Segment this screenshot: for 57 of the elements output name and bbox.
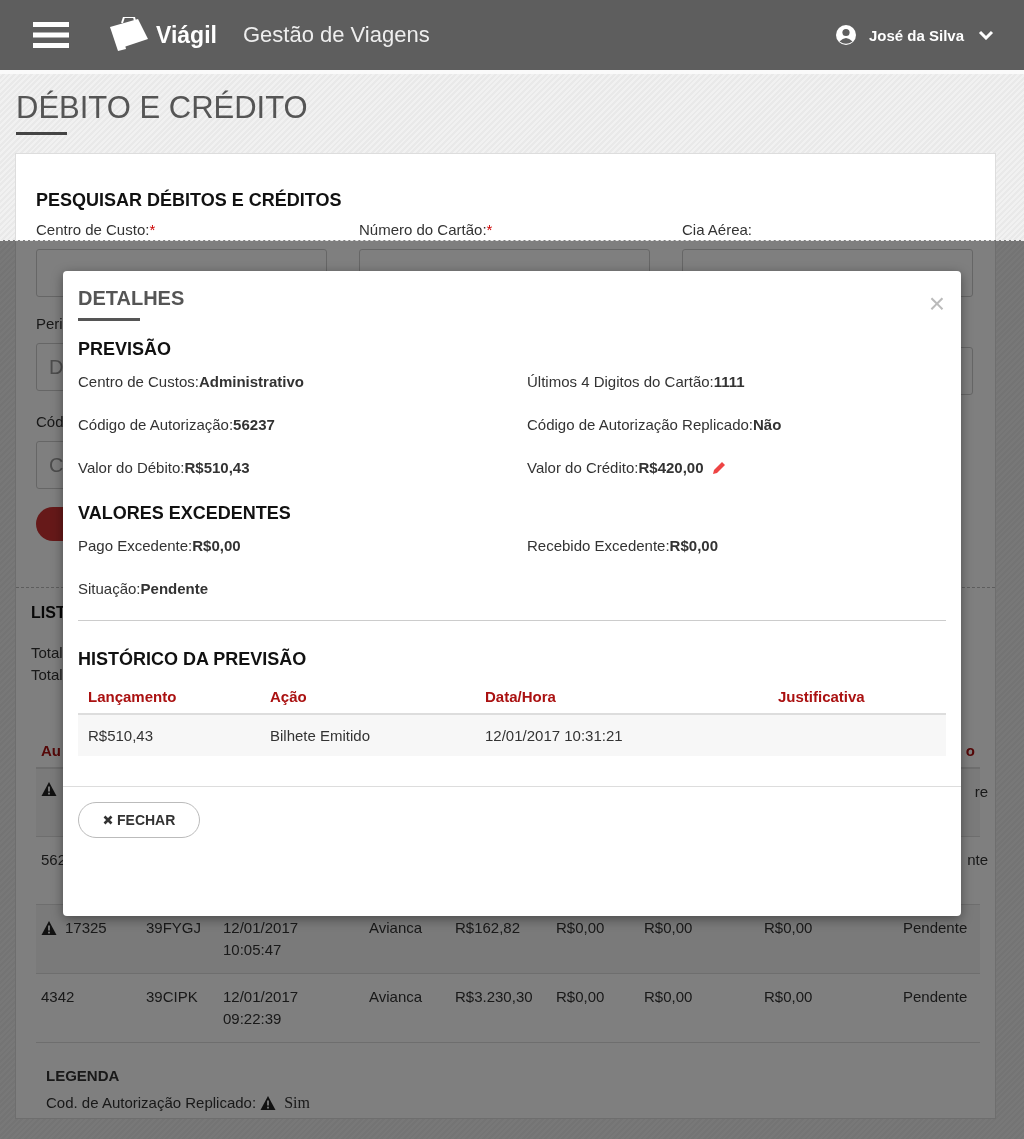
table-cell-text: 12/01/2017 09:22:39 <box>223 986 300 1029</box>
table-cell: Bilhete Emitido <box>270 727 371 744</box>
table-cell-text: 12/01/2017 10:05:47 <box>223 917 300 960</box>
table-cell-text: R$0,00 <box>644 917 693 938</box>
table-cell-text: R$162,82 <box>455 917 521 938</box>
table-cell: 12/01/2017 10:31:21 <box>485 727 623 744</box>
table-cell-text: Pendente <box>903 986 968 1007</box>
legend-label: Cod. de Autorização Replicado: <box>46 1094 257 1111</box>
table-cell-text: 39FYGJ <box>146 917 202 938</box>
table-cell: R$510,43 <box>88 727 154 744</box>
field-label: Peri <box>36 315 63 334</box>
table-cell-text: R$0,00 <box>644 986 693 1007</box>
detail-field: Valor do Crédito:R$420,00 <box>527 459 704 476</box>
column-header: Justificativa <box>778 688 865 705</box>
detail-field: Recebido Excedente:R$0,00 <box>527 537 718 554</box>
column-header: Lançamento <box>88 688 177 705</box>
detail-field: Código de Autorização Replicado:Não <box>527 416 782 433</box>
table-cell-text: nte <box>967 849 988 870</box>
column-header: Ação <box>270 688 307 705</box>
table-cell-text: Avianca <box>369 986 423 1007</box>
column-header: Au <box>41 742 61 759</box>
table-cell-text: 4342 <box>41 986 75 1007</box>
detail-field: Últimos 4 Digitos do Cartão:1111 <box>527 373 745 390</box>
table-cell-text: re <box>974 782 988 802</box>
table-cell-text: 39CIPK <box>146 986 198 1007</box>
field-label: Número do Cartão:* <box>359 221 493 240</box>
page-title: DÉBITO E CRÉDITO <box>16 90 308 135</box>
table-cell-text: R$0,00 <box>556 917 605 938</box>
table-cell-text: R$3.230,30 <box>455 986 533 1007</box>
app-subtitle: Gestão de Viagens <box>242 22 430 48</box>
table-cell-text: Avianca <box>369 917 423 938</box>
dialog-title: DETALHES <box>78 287 185 321</box>
legend-title: LEGENDA <box>46 1066 121 1084</box>
total-label: Total <box>31 665 63 685</box>
section-title: HISTÓRICO DA PREVISÃO <box>78 649 308 670</box>
total-label: Total <box>31 643 63 663</box>
detail-field: Centro de Custos:Administrativo <box>78 373 304 390</box>
detail-field: Código de Autorização:56237 <box>78 416 275 433</box>
table-cell-text: R$0,00 <box>764 986 813 1007</box>
table-cell-text: Pendente <box>903 917 968 938</box>
legend-value: Sim <box>284 1093 310 1112</box>
section-title: PESQUISAR DÉBITOS E CRÉDITOS <box>36 190 343 211</box>
column-header: o <box>965 742 975 759</box>
section-title: LIST <box>31 604 66 622</box>
table-cell-text: R$0,00 <box>556 986 605 1007</box>
field-label: Cód <box>36 413 64 432</box>
section-title: VALORES EXCEDENTES <box>78 503 292 524</box>
detail-field: Situação:Pendente <box>78 580 209 597</box>
table-cell-text: R$0,00 <box>764 917 813 938</box>
column-header: Data/Hora <box>485 688 556 705</box>
detail-field: Valor do Débito:R$510,43 <box>78 459 250 476</box>
brand-name: Viágil <box>156 21 217 49</box>
field-label: Cia Aérea: <box>682 221 753 240</box>
table-cell-text: 17325 <box>65 917 107 938</box>
field-label: Centro de Custo:* <box>36 221 156 240</box>
detail-field: Pago Excedente:R$0,00 <box>78 537 241 554</box>
section-title: PREVISÃO <box>78 339 173 360</box>
